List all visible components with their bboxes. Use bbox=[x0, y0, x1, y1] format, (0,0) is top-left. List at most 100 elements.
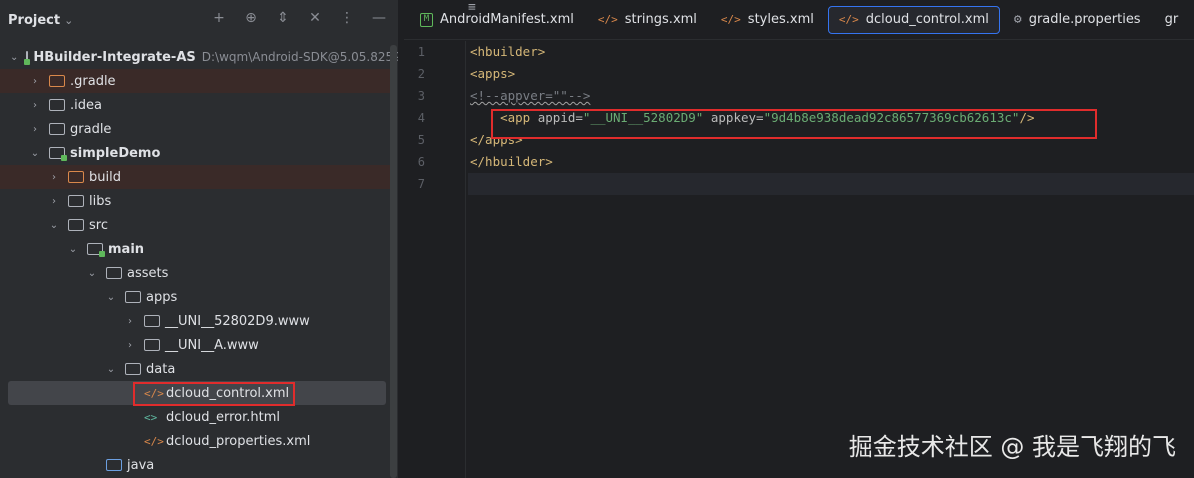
panel-toolbar: + ⊕ ⇕ ✕ ⋮ — bbox=[210, 10, 388, 26]
tree-item-label: HBuilder-Integrate-AS bbox=[33, 49, 196, 65]
folder-icon bbox=[49, 75, 65, 87]
manifest-file-icon: M bbox=[420, 12, 433, 27]
code-area[interactable]: 1 2 3 4 5 6 7 <hbuilder> <apps> <!--appver=""-… bbox=[404, 41, 1194, 478]
tree-item[interactable]: › __UNI__A.www bbox=[0, 333, 390, 357]
editor-tab[interactable]: ≡ gr bbox=[468, 0, 1189, 34]
line-number: 7 bbox=[417, 177, 425, 191]
tree-scrollbar[interactable] bbox=[390, 45, 397, 478]
code-token: </apps> bbox=[470, 132, 523, 147]
hide-icon[interactable]: — bbox=[370, 10, 388, 26]
tree-item-label: simpleDemo bbox=[70, 145, 161, 161]
code-line-3[interactable]: <!--appver=""--> bbox=[468, 85, 1194, 107]
tree-item-label: apps bbox=[146, 289, 178, 305]
plus-icon[interactable]: + bbox=[210, 10, 228, 26]
tree-item[interactable]: ⌄ simpleDemo bbox=[0, 141, 390, 165]
tree-item-label: dcloud_control.xml bbox=[166, 385, 290, 401]
code-line-2[interactable]: <apps> bbox=[468, 63, 1194, 85]
tree-item-label: gradle bbox=[70, 121, 112, 137]
code-equals: = bbox=[575, 110, 583, 125]
tree-item[interactable]: › build bbox=[0, 165, 390, 189]
code-line-1[interactable]: <hbuilder> bbox=[468, 41, 1194, 63]
tree-item-path: D:\wqm\Android-SDK@5.05.82597_ bbox=[201, 50, 415, 64]
module-folder-icon bbox=[87, 243, 105, 257]
chevron-down-icon[interactable]: ⌄ bbox=[29, 148, 41, 159]
code-token: </hbuilder> bbox=[470, 154, 553, 169]
tree-item[interactable]: ⌄ HBuilder-Integrate-AS D:\wqm\Android-SDK… bbox=[0, 45, 414, 69]
tree-item-label: main bbox=[108, 241, 145, 257]
folder-icon bbox=[106, 459, 122, 471]
collapse-icon[interactable]: ✕ bbox=[306, 10, 324, 26]
chevron-down-icon[interactable]: ⌄ bbox=[10, 52, 18, 63]
tree-item[interactable]: › __UNI__52802D9.www bbox=[0, 309, 390, 333]
line-number: 1 bbox=[417, 45, 425, 59]
code-line-4[interactable]: <app appid="__UNI__52802D9" appkey="9d4b… bbox=[468, 107, 1194, 129]
chevron-right-icon[interactable]: › bbox=[48, 196, 60, 207]
tree-item[interactable]: </> dcloud_properties.xml bbox=[0, 429, 390, 453]
chevron-right-icon[interactable]: › bbox=[29, 124, 41, 135]
more-icon[interactable]: ⋮ bbox=[338, 10, 356, 26]
chevron-down-icon[interactable]: ⌄ bbox=[64, 14, 73, 27]
line-number: 3 bbox=[417, 89, 425, 103]
tree-item-label: dcloud_error.html bbox=[166, 409, 280, 425]
tree-item[interactable]: ⌄ apps bbox=[0, 285, 390, 309]
editor-tabbar: M AndroidManifest.xml </> strings.xml </> sty… bbox=[404, 0, 1194, 40]
tree-item[interactable]: › .gradle bbox=[0, 69, 390, 93]
tree-item[interactable]: › .idea bbox=[0, 93, 390, 117]
tree-item-label: java bbox=[127, 457, 155, 473]
code-token: /> bbox=[1019, 110, 1035, 125]
text-file-icon: ≡ bbox=[468, 0, 476, 15]
tree-item-label: __UNI__A.www bbox=[165, 337, 259, 353]
expand-icon[interactable]: ⇕ bbox=[274, 10, 292, 26]
code-equals: = bbox=[756, 110, 764, 125]
line-number: 6 bbox=[417, 155, 425, 169]
chevron-right-icon[interactable]: › bbox=[124, 340, 136, 351]
tree-item[interactable]: ⌄ data bbox=[0, 357, 390, 381]
folder-icon bbox=[125, 291, 141, 303]
tree-item-label: data bbox=[146, 361, 176, 377]
tree-item-label: src bbox=[89, 217, 108, 233]
code-attr: appkey bbox=[710, 110, 757, 125]
module-folder-icon bbox=[49, 147, 67, 161]
code-token: <apps> bbox=[470, 66, 516, 81]
project-tree: ⌄ HBuilder-Integrate-AS D:\wqm\Android-SDK… bbox=[0, 45, 414, 477]
xml-file-icon: </> bbox=[144, 434, 164, 448]
chevron-down-icon[interactable]: ⌄ bbox=[67, 244, 79, 255]
chevron-down-icon[interactable]: ⌄ bbox=[48, 220, 60, 231]
chevron-right-icon[interactable]: › bbox=[124, 316, 136, 327]
code-attr: appid bbox=[537, 110, 576, 125]
tree-item[interactable]: ⌄ assets bbox=[0, 261, 390, 285]
watermark: 掘金技术社区 @ 我是飞翔的飞 bbox=[848, 433, 1176, 461]
chevron-right-icon[interactable]: › bbox=[48, 172, 60, 183]
tree-item[interactable]: › gradle bbox=[0, 117, 390, 141]
locate-icon[interactable]: ⊕ bbox=[242, 10, 260, 26]
code-line-5[interactable]: </apps> bbox=[468, 129, 1194, 151]
folder-icon bbox=[68, 219, 84, 231]
tree-item-label: .idea bbox=[70, 97, 102, 113]
tree-item[interactable]: <> dcloud_error.html bbox=[0, 405, 390, 429]
chevron-down-icon[interactable]: ⌄ bbox=[105, 292, 117, 303]
chevron-right-icon[interactable]: › bbox=[29, 76, 41, 87]
chevron-right-icon[interactable]: › bbox=[29, 100, 41, 111]
code-value: "__UNI__52802D9" bbox=[582, 110, 704, 125]
folder-icon bbox=[125, 363, 141, 375]
folder-icon bbox=[49, 99, 65, 111]
project-panel-title[interactable]: Project bbox=[8, 13, 60, 28]
project-panel: Project ⌄ + ⊕ ⇕ ✕ ⋮ — ⌄ HBuilder-Integrat… bbox=[0, 0, 414, 478]
code-line-6[interactable]: </hbuilder> bbox=[468, 151, 1194, 173]
tree-item[interactable]: ⌄ main bbox=[0, 237, 390, 261]
tree-item[interactable]: › libs bbox=[0, 189, 390, 213]
code-token: <hbuilder> bbox=[470, 44, 546, 59]
folder-icon bbox=[144, 339, 160, 351]
code-lines[interactable]: <hbuilder> <apps> <!--appver=""--> <app … bbox=[468, 41, 1194, 195]
tree-item[interactable]: ⌄ src bbox=[0, 213, 390, 237]
chevron-down-icon[interactable]: ⌄ bbox=[86, 268, 98, 279]
folder-icon bbox=[106, 267, 122, 279]
chevron-down-icon[interactable]: ⌄ bbox=[105, 364, 117, 375]
tree-item[interactable]: </> dcloud_control.xml bbox=[8, 381, 386, 405]
line-number: 5 bbox=[417, 133, 425, 147]
xml-file-icon: </> bbox=[144, 386, 164, 400]
tree-item[interactable]: java bbox=[0, 453, 390, 477]
tree-item-label: build bbox=[89, 169, 121, 185]
code-value: "9d4b8e938dead92c86577369cb62613c" bbox=[763, 110, 1020, 125]
code-line-7[interactable] bbox=[468, 173, 1194, 195]
